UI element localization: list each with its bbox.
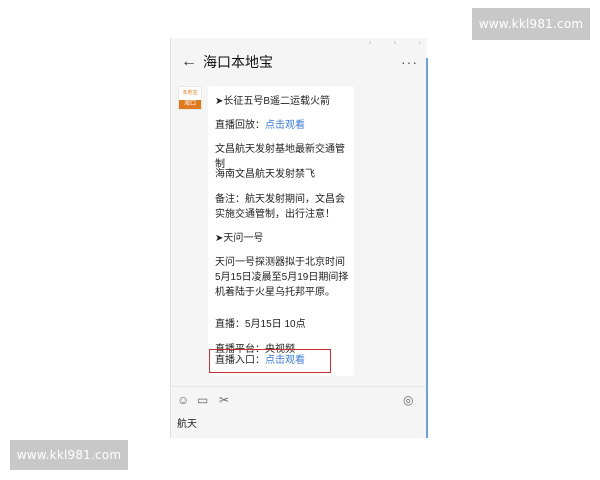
live-entry-link[interactable]: 点击观看: [265, 355, 305, 366]
live-entry-label: 直播入口：: [215, 355, 265, 366]
watermark-top: www.kkl981.com: [472, 8, 590, 40]
message-line-live-entry: 直播入口：点击观看: [215, 353, 349, 368]
message-bubble: ➤长征五号B遥二运载火箭 直播回放：点击观看 文昌航天发射基地最新交通管制 海南…: [208, 86, 354, 376]
input-area: ☺ ▭ ✂ ◎ 航天: [171, 386, 428, 438]
message-line: 天问一号探测器拟于北京时间5月15日凌晨至5月19日期间择机着陆于火星乌托邦平原…: [215, 257, 349, 298]
avatar[interactable]: 本地宝 海口: [178, 86, 202, 110]
more-icon[interactable]: ···: [401, 54, 418, 70]
chat-window: ◦ ◦ ◦ ← 海口本地宝 ··· 本地宝 海口 ➤长征五号B遥二运载火箭 直播…: [170, 38, 428, 438]
folder-icon[interactable]: ▭: [197, 393, 208, 407]
message-line: 直播：5月15日 10点: [215, 319, 306, 330]
avatar-brand-text: 本地宝: [182, 90, 198, 96]
avatar-city-text: 海口: [179, 100, 201, 109]
replay-label: 直播回放：: [215, 120, 265, 131]
message-line: ➤天问一号: [215, 233, 264, 244]
message-line: 备注：航天发射期间，文昌会实施交通管制，出行注意！: [215, 194, 345, 220]
back-arrow-icon[interactable]: ←: [179, 53, 199, 71]
message-line: 海南文昌航天发射禁飞: [215, 169, 315, 180]
watermark-bottom: www.kkl981.com: [10, 440, 128, 470]
scissors-icon[interactable]: ✂: [219, 393, 229, 407]
titlebar: ← 海口本地宝 ···: [171, 46, 428, 78]
message-line: ➤长征五号B遥二运载火箭: [215, 96, 331, 107]
scrollbar[interactable]: [426, 58, 428, 438]
chat-title: 海口本地宝: [203, 54, 273, 70]
emoji-icon[interactable]: ☺: [177, 393, 189, 407]
message-line-replay: 直播回放：点击观看: [215, 118, 349, 133]
replay-link[interactable]: 点击观看: [265, 120, 305, 131]
message-input[interactable]: 航天: [177, 415, 197, 430]
voice-icon[interactable]: ◎: [403, 393, 413, 407]
